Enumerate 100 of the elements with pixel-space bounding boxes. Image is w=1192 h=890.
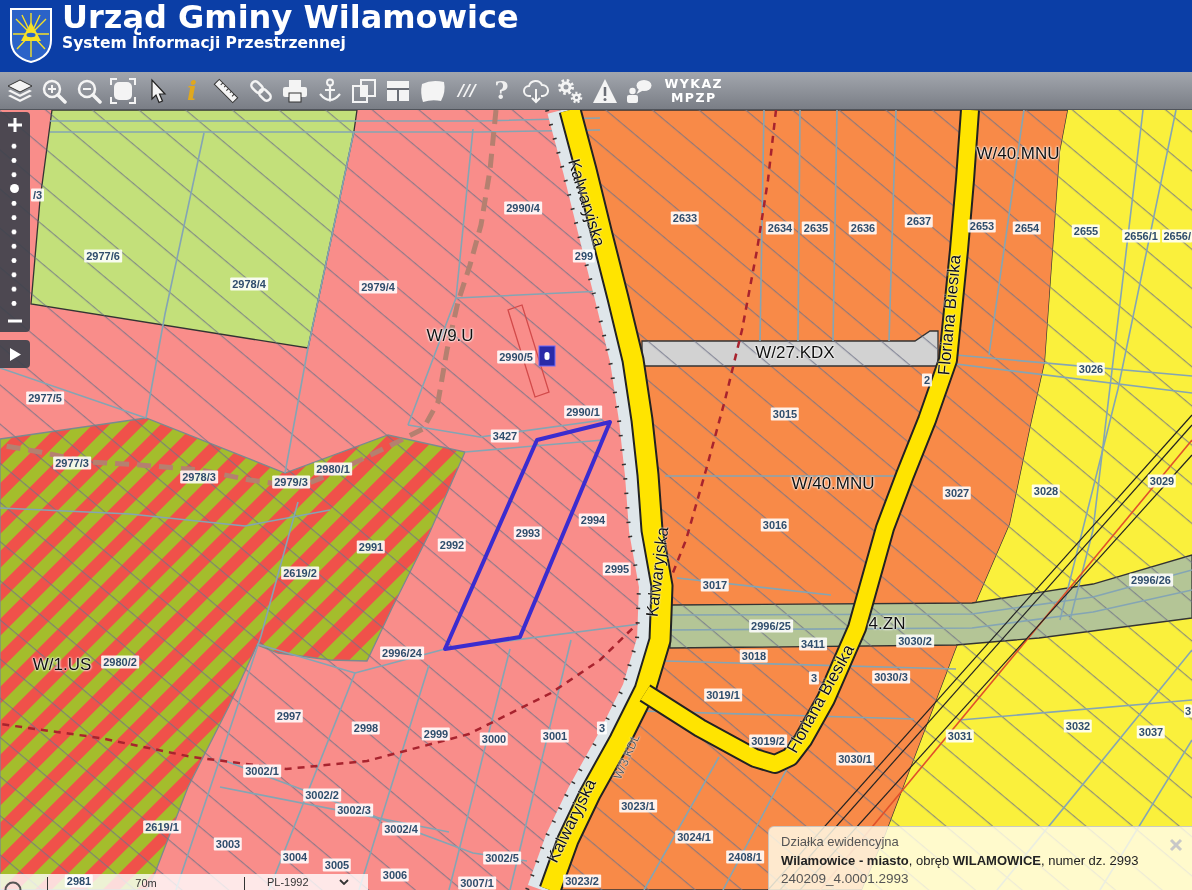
parcel-number: 2978/4 bbox=[230, 277, 268, 291]
chevron-icon bbox=[339, 879, 349, 885]
parcel-number: 2653 bbox=[967, 219, 997, 233]
street-name: Kalwaryjska bbox=[643, 525, 673, 619]
parcel-number: 3000 bbox=[479, 732, 509, 746]
parcel-number: 2634 bbox=[765, 221, 795, 235]
popup-title: Działka ewidencyjna bbox=[781, 833, 899, 851]
parcel-number: 2637 bbox=[904, 214, 934, 228]
parcel-number: 2993 bbox=[513, 526, 543, 540]
parcel-number: 2990/4 bbox=[504, 201, 542, 215]
parcel-number: 3005 bbox=[322, 858, 352, 872]
chat-icon[interactable] bbox=[626, 77, 653, 104]
parcel-number: 3006 bbox=[380, 868, 410, 882]
full-extent-icon[interactable] bbox=[110, 77, 137, 104]
parcel-number: 3017 bbox=[700, 578, 730, 592]
parcel-number: 3002/3 bbox=[335, 803, 373, 817]
marker-icon[interactable] bbox=[538, 345, 556, 367]
parcel-number: 2979/4 bbox=[359, 280, 397, 294]
app-title: Urząd Gminy Wilamowice bbox=[62, 0, 519, 34]
anchor-icon[interactable] bbox=[316, 77, 343, 104]
parcel-number: 3002/4 bbox=[382, 822, 420, 836]
info-button[interactable]: i bbox=[178, 75, 205, 106]
hatch-button[interactable]: /// bbox=[454, 75, 481, 106]
close-icon bbox=[1168, 837, 1184, 853]
link-icon[interactable] bbox=[247, 77, 274, 104]
layers-icon[interactable] bbox=[7, 77, 33, 104]
parcel-number: 2 bbox=[921, 373, 933, 387]
zone-label: 4.ZN bbox=[868, 615, 906, 633]
zoom-out-icon[interactable] bbox=[75, 77, 102, 104]
app-subtitle: System Informacji Przestrzennej bbox=[62, 34, 346, 52]
parcel-number: 3007/1 bbox=[458, 876, 496, 890]
street-name: Floriana Biesika bbox=[935, 253, 965, 377]
parcel-number: 3027 bbox=[942, 486, 972, 500]
parcel-number: 2636 bbox=[848, 221, 878, 235]
parcel-number: 2999 bbox=[421, 727, 451, 741]
parcel-number: 2996/26 bbox=[1129, 573, 1173, 587]
parcel-number: 3411 bbox=[799, 637, 827, 651]
parcel-location: Wilamowice - miasto, obręb WILAMOWICE, numer dz. 2993 bbox=[781, 852, 1139, 870]
parcel-number: 2977/6 bbox=[84, 249, 122, 263]
parcel-number: 2619/1 bbox=[143, 820, 181, 834]
print-icon[interactable] bbox=[282, 77, 309, 104]
parcel-number: 3028 bbox=[1031, 484, 1061, 498]
zoom-in-icon[interactable] bbox=[41, 77, 68, 104]
parcel-number: 3 bbox=[808, 671, 820, 685]
parcel-number: 2998 bbox=[351, 721, 381, 735]
parcel-number: 2408/1 bbox=[726, 850, 764, 864]
parcel-number: 3023/2 bbox=[563, 874, 601, 888]
warning-icon[interactable] bbox=[591, 77, 618, 104]
parcel-number: 2996/24 bbox=[380, 646, 424, 660]
parcel-number: 2990/5 bbox=[497, 350, 535, 364]
zoom-slider-thumb[interactable] bbox=[9, 184, 19, 194]
parcel-number: 3427 bbox=[490, 429, 520, 443]
parcel-number: /3 bbox=[31, 188, 45, 202]
parcel-number: 3002/2 bbox=[303, 788, 341, 802]
zone-label: W/9.U bbox=[426, 327, 474, 345]
parcel-number: 3023/1 bbox=[619, 799, 657, 813]
cloud-download-icon[interactable] bbox=[522, 77, 549, 104]
parcel-number: 3003 bbox=[213, 837, 243, 851]
parcel-number: 2633 bbox=[670, 211, 700, 225]
play-icon bbox=[9, 347, 21, 361]
parcel-number: 3019/2 bbox=[749, 734, 787, 748]
zone-label: W/40.MNU bbox=[791, 475, 875, 493]
parcel-number: 2656/1 bbox=[1122, 229, 1160, 243]
parcel-number: 2980/2 bbox=[101, 655, 139, 669]
parcel-number: 2619/2 bbox=[281, 566, 319, 580]
parcel-number: 2635 bbox=[801, 221, 831, 235]
parcel-number: 3037 bbox=[1136, 725, 1166, 739]
parcel-number: 2977/5 bbox=[26, 391, 64, 405]
parcel-number: 3002/5 bbox=[483, 851, 521, 865]
scale-label: 70m bbox=[135, 877, 157, 890]
parcel-number: 3029 bbox=[1147, 474, 1177, 488]
help-button[interactable]: ? bbox=[488, 75, 515, 106]
parcel-number: 3031 bbox=[945, 729, 975, 743]
parcel-number: 3030/1 bbox=[836, 752, 874, 766]
zone-label: W/40.MNU bbox=[976, 145, 1060, 163]
parcel-number: 3015 bbox=[770, 407, 800, 421]
parcel-number: 3030/2 bbox=[896, 634, 934, 648]
zone-label: W/27.KDX bbox=[755, 344, 835, 362]
parcel-number: 2656/ bbox=[1162, 229, 1192, 243]
parcel-number: 3 bbox=[596, 721, 608, 735]
panel-toggle-button[interactable] bbox=[0, 340, 30, 368]
coat-of-arms-icon bbox=[10, 7, 52, 63]
parcel-number: 3002/1 bbox=[243, 764, 281, 778]
parcel-number: 3030/3 bbox=[872, 670, 910, 684]
parcel-number: 2991 bbox=[356, 540, 386, 554]
parcel-number: 3019/1 bbox=[704, 688, 742, 702]
parcel-number: 2980/1 bbox=[314, 462, 352, 476]
copy-icon[interactable] bbox=[350, 77, 377, 104]
parcel-number: 2978/3 bbox=[180, 470, 218, 484]
projection-select[interactable]: PL-1992 bbox=[263, 874, 351, 890]
plus-icon bbox=[7, 117, 23, 133]
parcel-number: 2995 bbox=[602, 562, 632, 576]
parcel-number: 3024/1 bbox=[675, 830, 713, 844]
parcel-number: 3004 bbox=[280, 850, 310, 864]
parcel-number: 2990/1 bbox=[564, 405, 602, 419]
parcel-number: 3032 bbox=[1063, 719, 1093, 733]
plan-list-button[interactable]: WYKAZ MPZP bbox=[664, 76, 724, 105]
parcel-number: 3018 bbox=[739, 649, 769, 663]
parcel-number: 3 bbox=[1183, 704, 1192, 718]
settings-icon[interactable] bbox=[557, 77, 584, 104]
